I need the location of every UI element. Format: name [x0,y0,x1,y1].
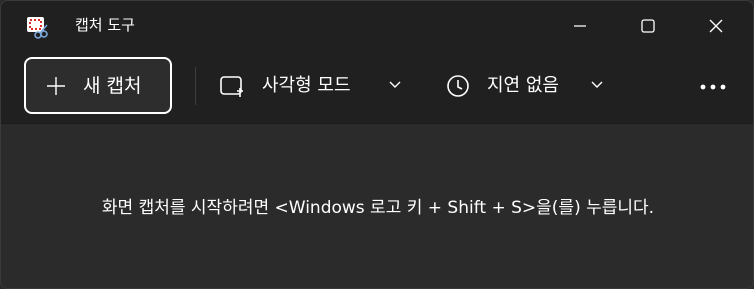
snip-mode-label: 사각형 모드 [262,75,351,96]
see-more-button[interactable] [695,73,731,101]
snip-mode-dropdown[interactable]: 사각형 모드 [213,65,413,107]
more-icon [700,84,726,90]
snipping-tool-app-icon [25,15,51,39]
minimize-icon [574,25,586,27]
plus-icon [47,77,65,95]
content-area: 화면 캡처를 시작하려면 <Windows 로고 키 + Shift + S>을… [1,124,753,288]
delay-label: 지연 없음 [487,75,559,96]
new-capture-label: 새 캡처 [83,75,142,97]
toolbar: 새 캡처 사각형 모드 지연 없음 [1,51,753,124]
maximize-icon [641,19,655,33]
minimize-button[interactable] [557,1,603,51]
title-bar: 캡처 도구 [1,1,753,51]
rectangle-snip-icon [220,76,243,97]
delay-dropdown[interactable]: 지연 없음 [439,65,619,107]
close-icon [709,19,723,33]
new-capture-button[interactable]: 새 캡처 [24,57,172,114]
capture-instruction-text: 화면 캡처를 시작하려면 <Windows 로고 키 + Shift + S>을… [101,198,655,218]
toolbar-divider [195,67,196,105]
maximize-button[interactable] [625,1,671,51]
window-title: 캡처 도구 [75,16,135,34]
clock-icon [447,75,469,97]
chevron-down-icon [389,81,401,88]
close-button[interactable] [693,1,739,51]
snipping-tool-window: 캡처 도구 새 캡처 사각형 모드 지연 없음 화면 캡처를 시작하려면 <Wi… [0,0,754,289]
chevron-down-icon [591,81,603,88]
